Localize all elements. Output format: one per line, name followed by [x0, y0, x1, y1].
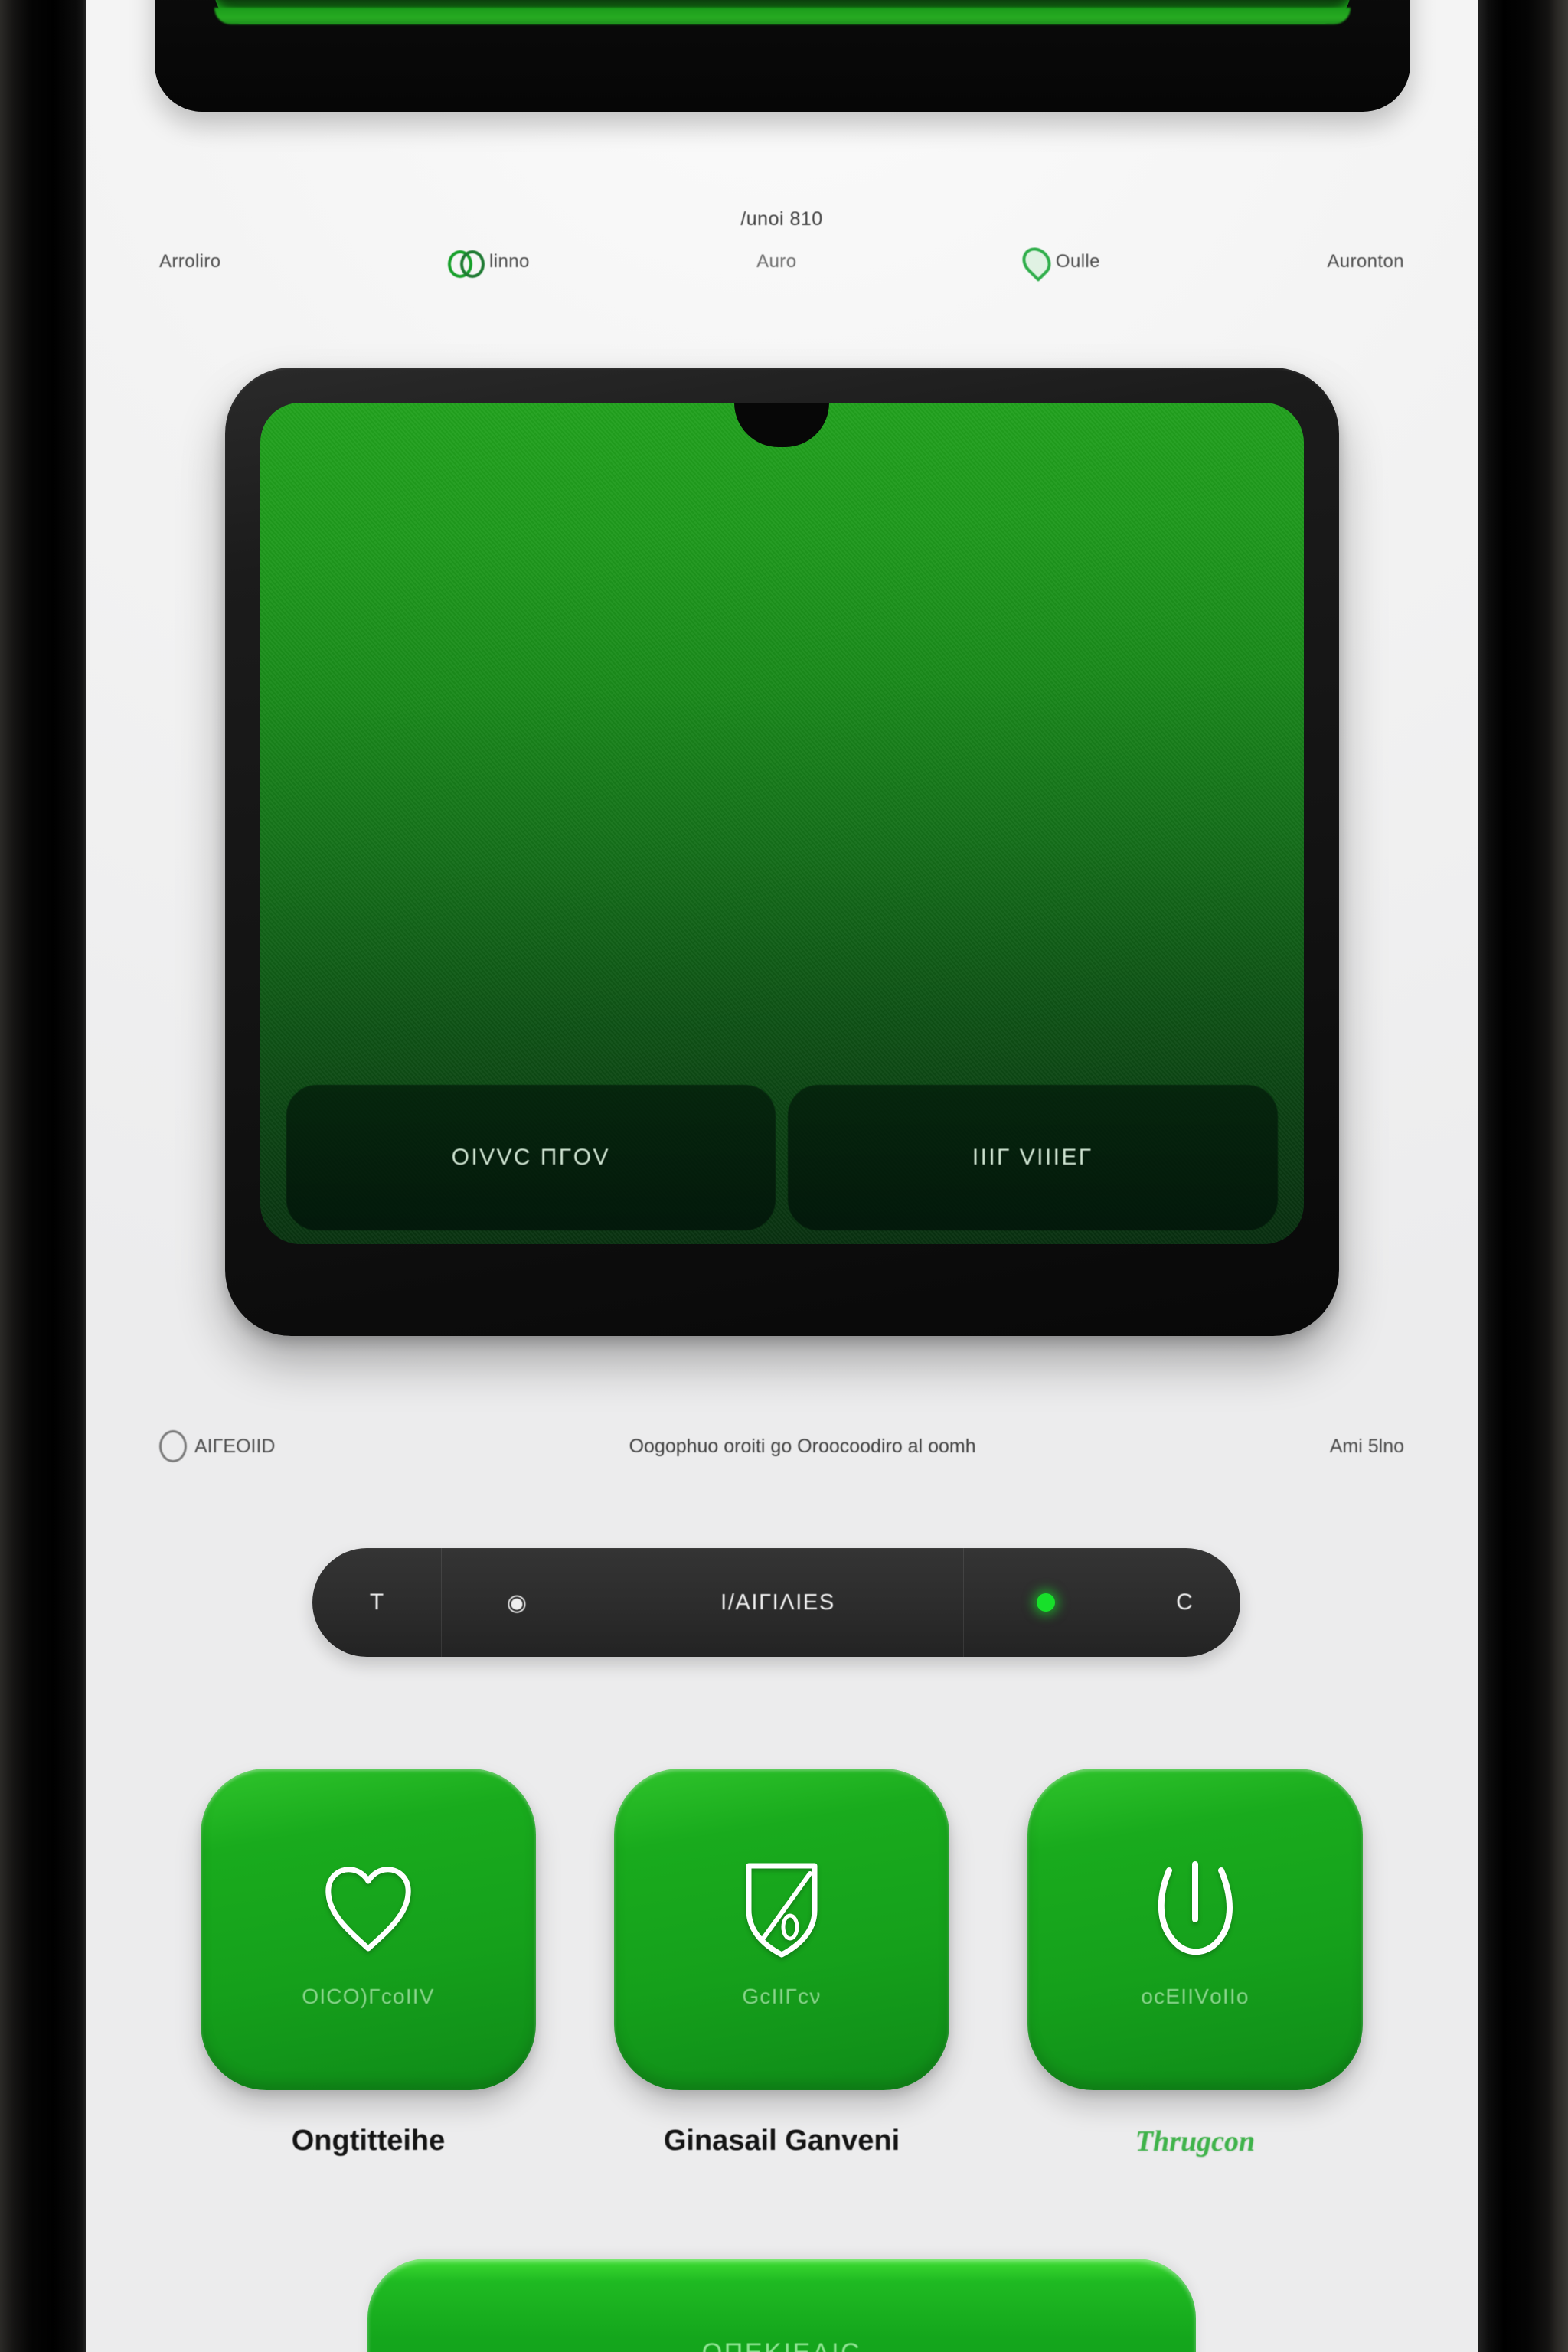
nav-item-3[interactable]: Oulle [1016, 241, 1100, 283]
tile-label-row: Ongtitteihe Ginasail Ganveni Thrugcon [201, 2125, 1363, 2158]
pin-icon: Τ [369, 1589, 384, 1615]
circle-icon [159, 1430, 187, 1462]
caption-left-label: ΑΙΓΕOΙΙD [194, 1435, 276, 1457]
tile-grid: OΙСO)ΓсοΙΙV GсΙΙΓсν oсΕΙΙVοΙΙο [201, 1769, 1363, 2090]
nav-item-4[interactable]: Auronton [1327, 251, 1404, 273]
screen-action-bar: OIVVC ΠΓOV IIIΓ VIIIЕΓ [286, 1085, 1278, 1230]
top-dark-card [155, 0, 1410, 112]
toolbar-title-label: I/AIΓIΛIΕS [720, 1589, 835, 1615]
nav-row: Arroliro linno Auro Oulle Auronton [159, 241, 1404, 283]
tile-shield[interactable]: GсΙΙΓсν [614, 1769, 949, 2090]
status-dot-icon [1037, 1593, 1055, 1612]
screen-action-left-label: OIVVC ΠΓOV [451, 1145, 610, 1170]
shield-droplet-icon [724, 1850, 839, 1965]
tile-heart-caption: OΙСO)ΓсοΙΙV [302, 1984, 435, 2008]
heart-icon [311, 1850, 426, 1965]
toolbar-segment-status[interactable] [963, 1548, 1129, 1657]
primary-cta-button[interactable]: OΠΕΚΙΕΛΙС [368, 2259, 1196, 2352]
nav-item-1[interactable]: linno [447, 250, 530, 278]
caption-left[interactable]: ΑΙΓΕOΙΙD [159, 1430, 275, 1462]
app-page-surface: /unoi 810 Arroliro linno Auro Oulle Auro… [86, 0, 1478, 2352]
tile-label-2: Thrugcon [1135, 2125, 1256, 2158]
nav-center-top-label: /unoi 810 [740, 208, 823, 230]
caption-center-label: Oogophuo oroiti go Oroocoodiro al oomh [629, 1435, 976, 1457]
close-icon: С [1176, 1589, 1193, 1615]
power-icon [1138, 1850, 1253, 1965]
nav-item-1-label: linno [488, 251, 530, 272]
device-frame-right-edge [1476, 0, 1568, 2352]
nav-item-4-label: Auronton [1327, 251, 1404, 272]
toolbar-segment-close[interactable]: С [1129, 1548, 1240, 1657]
segmented-toolbar: Τ ◉ I/AIΓIΛIΕS С [312, 1548, 1240, 1657]
tile-shield-caption: GсΙΙΓсν [742, 1984, 822, 2008]
phone-device: OIVVC ΠΓOV IIIΓ VIIIЕΓ [224, 368, 1339, 1336]
caption-row: ΑΙΓΕOΙΙD Oogophuo oroiti go Oroocoodiro … [159, 1430, 1404, 1462]
toolbar-segment-record[interactable]: ◉ [441, 1548, 593, 1657]
top-card-green-bar [214, 0, 1351, 24]
toolbar-segment-pin[interactable]: Τ [312, 1548, 441, 1657]
screen-action-left[interactable]: OIVVC ΠΓOV [286, 1085, 776, 1230]
nav-item-2[interactable]: Auro [756, 251, 796, 273]
nav-item-3-label: Oulle [1055, 251, 1100, 272]
toolbar-segment-title: I/AIΓIΛIΕS [593, 1548, 963, 1657]
screen-action-right-label: IIIΓ VIIIЕΓ [972, 1145, 1093, 1170]
tile-label-1: Ginasail Ganveni [663, 2125, 900, 2157]
map-pin-icon [1016, 241, 1057, 283]
waterdrop-notch-icon [734, 403, 829, 447]
phone-mockup-wrapper: OIVVC ΠΓOV IIIΓ VIIIЕΓ [86, 368, 1478, 1336]
nav-item-2-label: Auro [756, 251, 797, 272]
phone-screen[interactable]: OIVVC ΠΓOV IIIΓ VIIIЕΓ [260, 403, 1304, 1244]
screen-action-right[interactable]: IIIΓ VIIIЕΓ [788, 1085, 1278, 1230]
tile-power-caption: oсΕΙΙVοΙΙο [1141, 1984, 1250, 2008]
nav-item-0-label: Arroliro [159, 251, 221, 272]
tile-label-0: Ongtitteihe [291, 2125, 446, 2157]
primary-cta-label: OΠΕΚΙΕΛΙС [702, 2338, 862, 2352]
tile-power[interactable]: oсΕΙΙVοΙΙο [1027, 1769, 1363, 2090]
nav-item-0[interactable]: Arroliro [159, 251, 221, 273]
top-card-green-highlight [214, 8, 1351, 24]
device-outer-frame: /unoi 810 Arroliro linno Auro Oulle Auro… [0, 0, 1568, 2352]
caption-right-label[interactable]: Ami 5lno [1330, 1436, 1404, 1458]
nav-strip: /unoi 810 Arroliro linno Auro Oulle Auro… [86, 208, 1478, 300]
record-icon: ◉ [506, 1589, 528, 1615]
tile-heart[interactable]: OΙСO)ΓсοΙΙV [201, 1769, 536, 2090]
double-ring-icon [447, 250, 485, 278]
